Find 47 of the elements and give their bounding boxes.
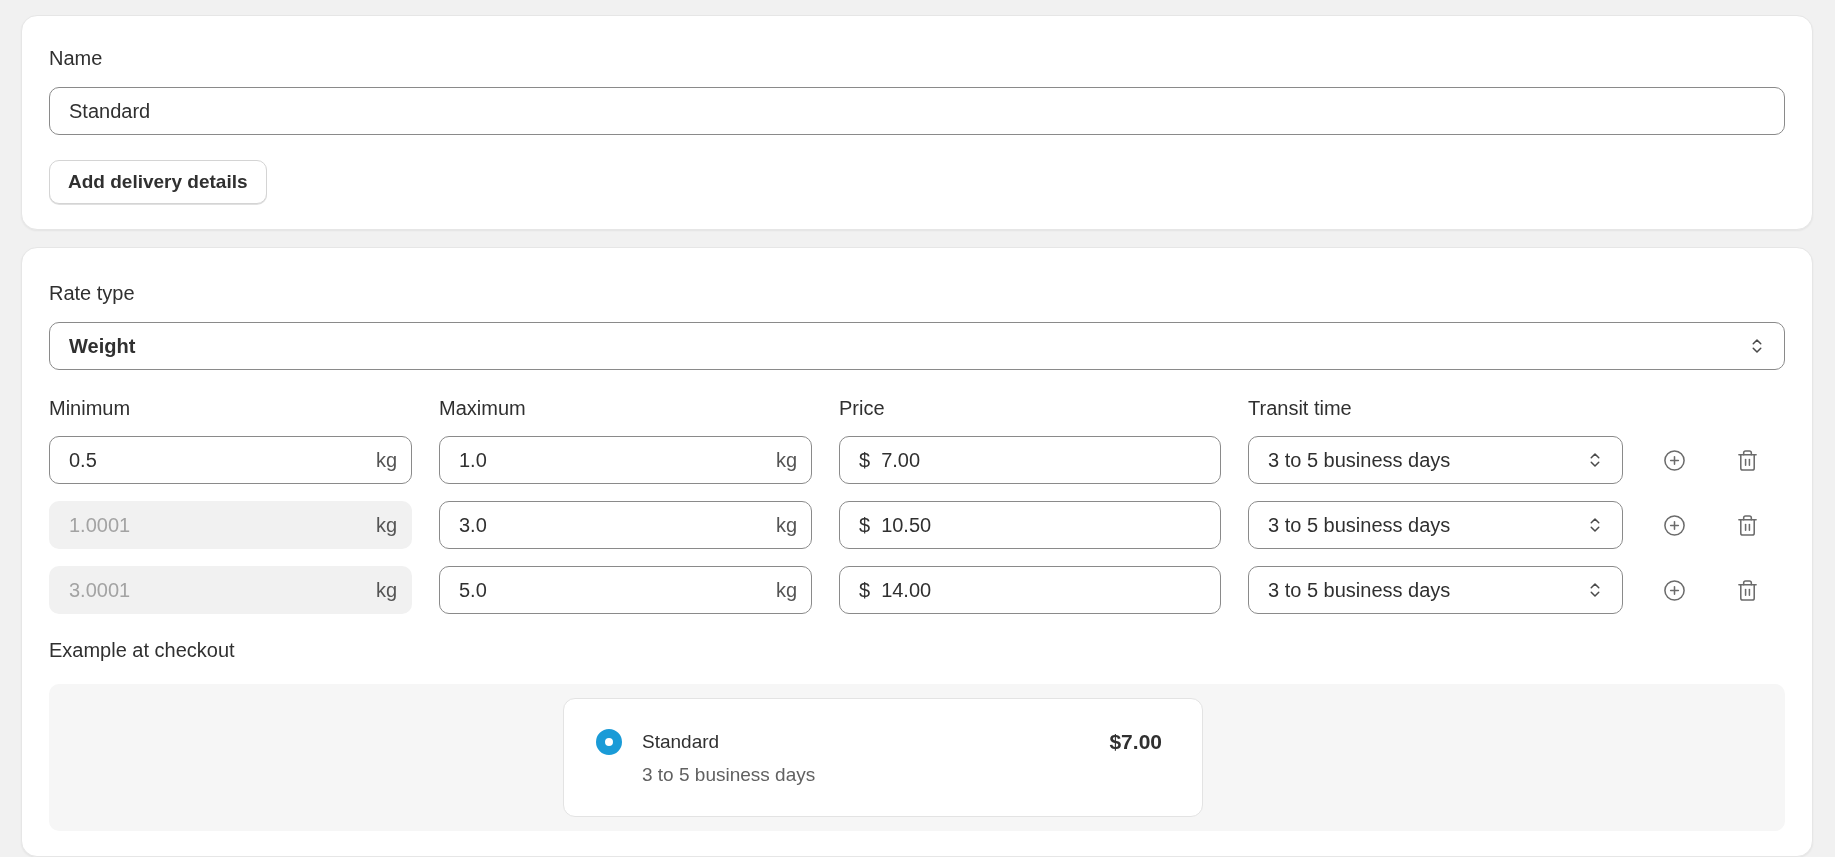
trash-icon: [1735, 578, 1759, 602]
name-field[interactable]: Standard: [49, 87, 1785, 135]
price-field[interactable]: $ 7.00: [839, 436, 1221, 484]
minimum-field: 3.0001 kg: [49, 566, 412, 614]
unit-suffix: kg: [775, 513, 797, 537]
unit-suffix: kg: [775, 448, 797, 472]
minimum-field: 1.0001 kg: [49, 501, 412, 549]
unit-suffix: kg: [375, 448, 397, 472]
unit-suffix: kg: [775, 578, 797, 602]
currency-prefix: $: [859, 448, 871, 472]
add-row-button[interactable]: [1662, 448, 1686, 472]
trash-icon: [1735, 448, 1759, 472]
plus-circle-icon: [1662, 448, 1686, 472]
rate-type-select[interactable]: Weight: [49, 322, 1785, 370]
delete-row-button[interactable]: [1735, 578, 1759, 602]
maximum-field[interactable]: 1.0 kg: [439, 436, 812, 484]
column-label: Transit time: [1248, 396, 1353, 420]
add-delivery-details-button[interactable]: Add delivery details: [49, 160, 267, 204]
field-label: Rate type: [49, 281, 136, 305]
delete-row-button[interactable]: [1735, 513, 1759, 537]
column-label: Maximum: [439, 396, 527, 420]
column-label: Price: [839, 396, 886, 420]
option-name: Standard: [642, 730, 721, 754]
price-field[interactable]: $ 10.50: [839, 501, 1221, 549]
price-field[interactable]: $ 14.00: [839, 566, 1221, 614]
transit-time-select[interactable]: 3 to 5 business days: [1248, 566, 1623, 614]
add-row-button[interactable]: [1662, 578, 1686, 602]
transit-time-select[interactable]: 3 to 5 business days: [1248, 501, 1623, 549]
plus-circle-icon: [1662, 578, 1686, 602]
trash-icon: [1735, 513, 1759, 537]
add-row-button[interactable]: [1662, 513, 1686, 537]
maximum-field[interactable]: 3.0 kg: [439, 501, 812, 549]
field-label: Name: [49, 46, 104, 70]
minimum-field[interactable]: 0.5 kg: [49, 436, 412, 484]
currency-prefix: $: [859, 513, 871, 537]
transit-time-select[interactable]: 3 to 5 business days: [1248, 436, 1623, 484]
section-label: Example at checkout: [49, 638, 236, 662]
column-label: Minimum: [49, 396, 132, 420]
radio-button[interactable]: [596, 729, 622, 755]
currency-prefix: $: [859, 578, 871, 602]
option-price: $7.00: [1109, 730, 1162, 754]
option-detail: 3 to 5 business days: [642, 763, 817, 787]
maximum-field[interactable]: 5.0 kg: [439, 566, 812, 614]
unit-suffix: kg: [375, 578, 397, 602]
plus-circle-icon: [1662, 513, 1686, 537]
delete-row-button[interactable]: [1735, 448, 1759, 472]
unit-suffix: kg: [375, 513, 397, 537]
